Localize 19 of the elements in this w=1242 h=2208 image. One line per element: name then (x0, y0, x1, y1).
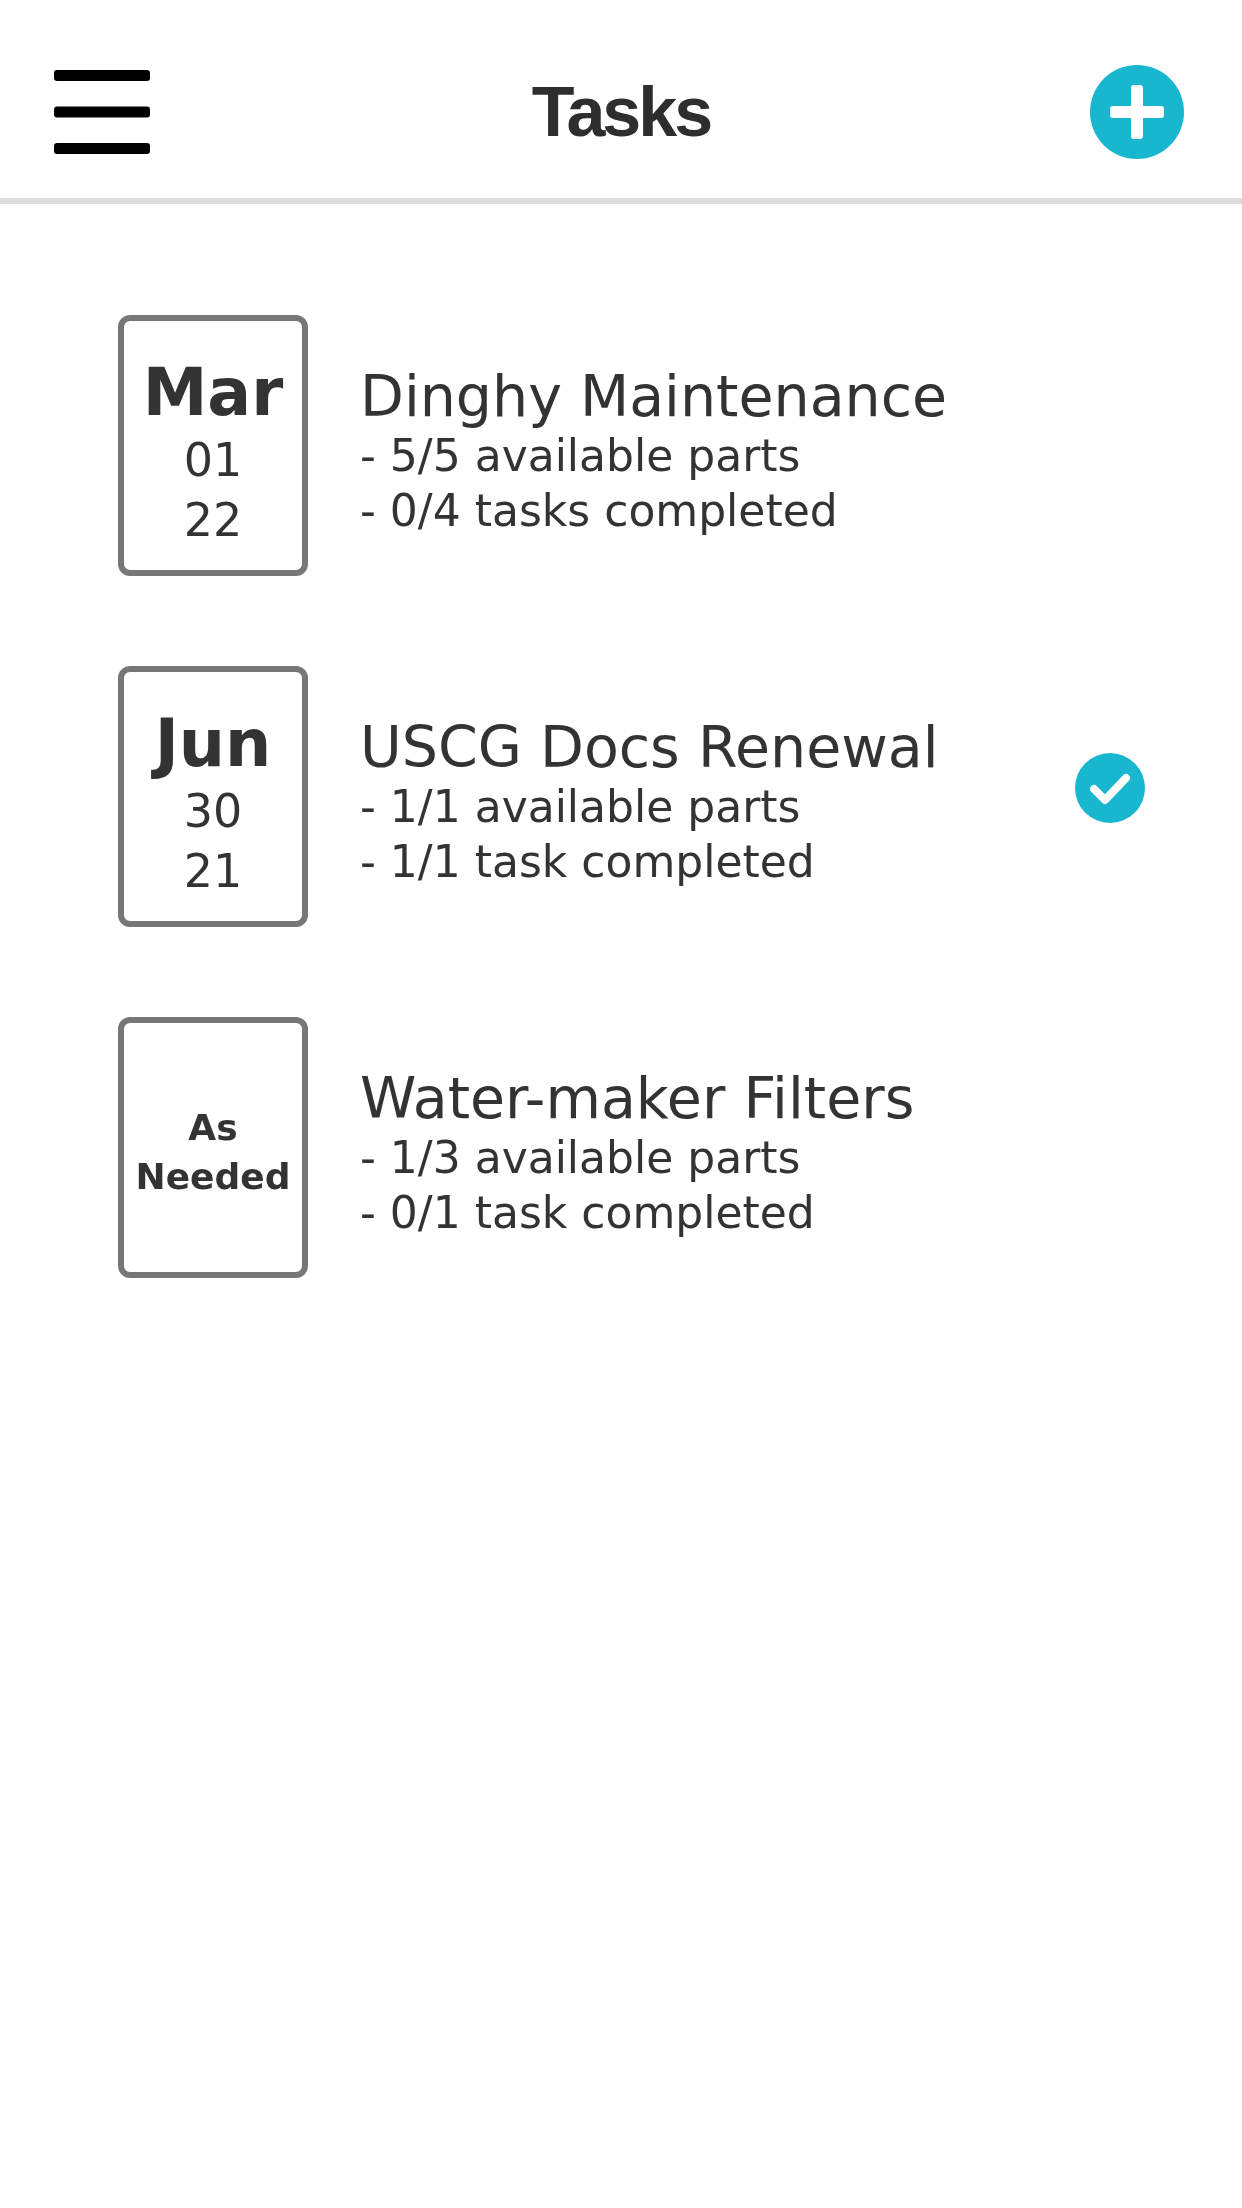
task-title[interactable]: USCG Docs Renewal (360, 714, 1023, 779)
task-title[interactable]: Dinghy Maintenance (360, 363, 1145, 428)
parts-count: - 1/3 available parts (360, 1130, 802, 1185)
day-label: 01 (183, 431, 243, 489)
menu-icon (54, 70, 150, 154)
plus-icon (1090, 65, 1184, 159)
completed-count: - 0/4 tasks completed (360, 483, 839, 538)
month-label: Mar (142, 355, 284, 430)
parts-count: - 5/5 available parts (360, 428, 802, 483)
screen-title: Tasks (531, 77, 711, 147)
year-label: 21 (183, 842, 243, 900)
completed-count: - 1/1 task completed (360, 834, 816, 889)
completed-count: - 0/1 task completed (360, 1185, 816, 1240)
parts-count: - 1/1 available parts (360, 779, 802, 834)
schedule-label: As Needed (134, 1105, 292, 1199)
menu-button[interactable] (54, 70, 150, 154)
year-label: 22 (183, 491, 243, 549)
task-title[interactable]: Water-maker Filters (360, 1065, 1145, 1130)
day-label: 30 (183, 782, 243, 840)
